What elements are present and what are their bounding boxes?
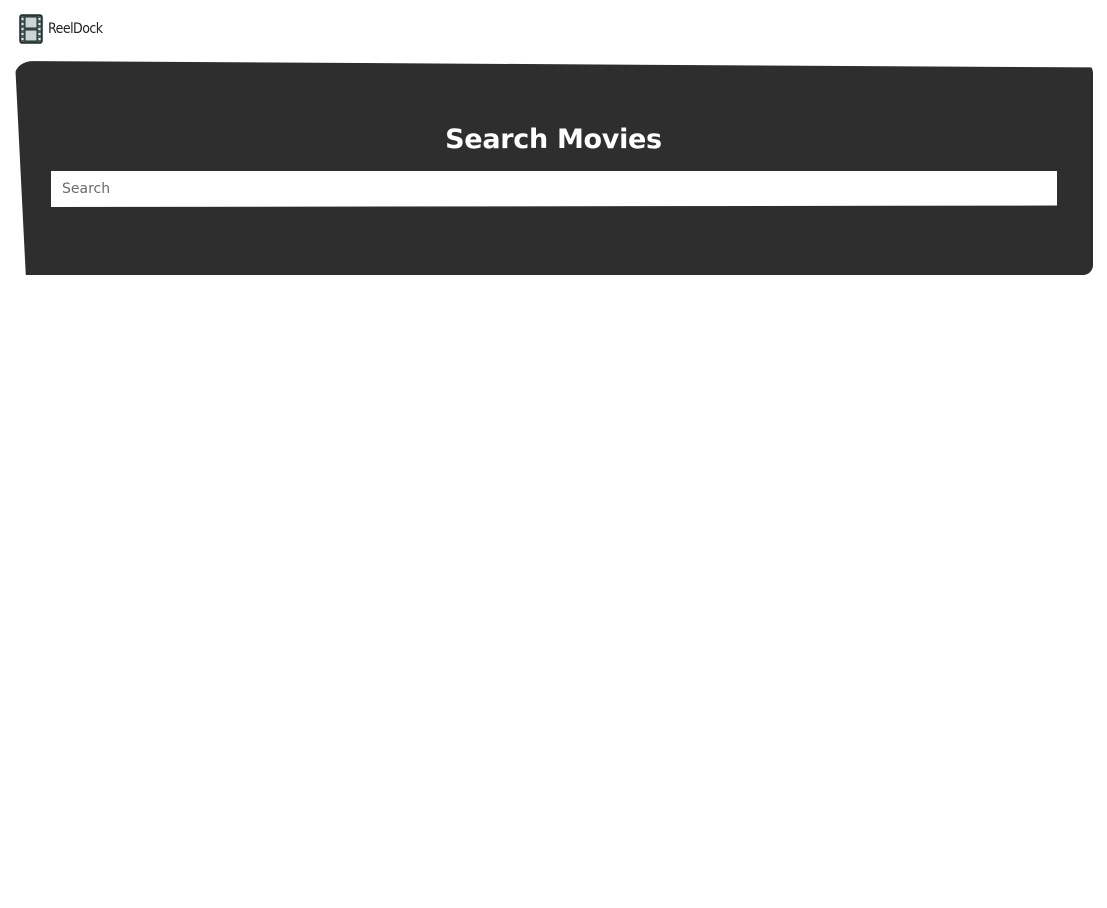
search-input[interactable] (51, 171, 1057, 207)
brand-home-link[interactable]: ReelDock (18, 14, 109, 44)
film-strip-icon (19, 14, 43, 44)
page-title: Search Movies (445, 124, 662, 155)
brand-name: ReelDock (48, 21, 103, 37)
search-hero-panel (15, 61, 1093, 275)
